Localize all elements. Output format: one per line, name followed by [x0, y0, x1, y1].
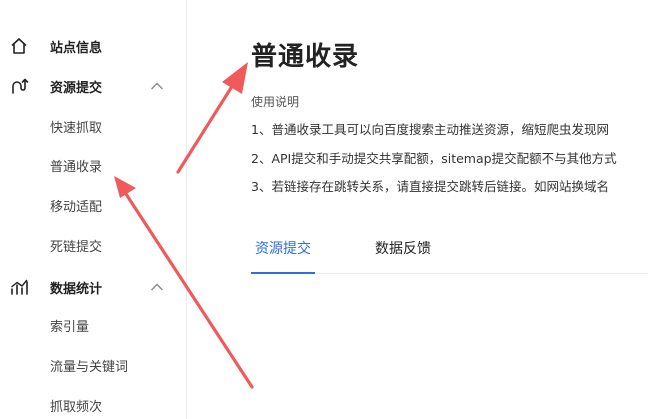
tab-data-feedback[interactable]: 数据反馈 [375, 236, 431, 274]
sidebar-item-traffic-keywords[interactable]: 流量与关键词 [0, 345, 187, 385]
sidebar-item-label: 索引量 [50, 319, 90, 335]
sidebar-item-label: 流量与关键词 [50, 359, 129, 375]
usage-instructions-heading: 使用说明 [251, 95, 300, 109]
sidebar-item-crawl-frequency[interactable]: 抓取频次 [0, 385, 187, 419]
sidebar-item-label: 普通收录 [50, 159, 103, 175]
sidebar-item-label: 站点信息 [50, 40, 103, 56]
tab-bar: 资源提交 数据反馈 [251, 236, 648, 274]
sidebar-item-data-stats[interactable]: 数据统计 [0, 267, 187, 307]
usage-note: 2、API提交和手动提交共享配额，sitemap提交配额不与其他方式 [251, 151, 617, 166]
chevron-up-icon[interactable] [150, 81, 164, 91]
sidebar-item-fast-crawl[interactable]: 快速抓取 [0, 106, 187, 146]
sidebar: 站点信息 资源提交 快速抓取 普通收录 移动适配 死链提交 数据统计 索引量 流… [0, 0, 187, 419]
page-title: 普通收录 [251, 42, 360, 72]
tab-resource-submit[interactable]: 资源提交 [251, 236, 315, 274]
sidebar-item-label: 数据统计 [50, 281, 103, 297]
sidebar-item-normal-index[interactable]: 普通收录 [0, 145, 187, 185]
stats-icon [11, 279, 28, 295]
sidebar-item-mobile-adapt[interactable]: 移动适配 [0, 185, 187, 225]
sidebar-item-resource-submit[interactable]: 资源提交 [0, 66, 187, 106]
sidebar-item-label: 资源提交 [50, 80, 103, 96]
sidebar-item-dead-link[interactable]: 死链提交 [0, 225, 187, 265]
sidebar-item-label: 快速抓取 [50, 120, 103, 136]
chevron-up-icon[interactable] [150, 282, 164, 292]
sidebar-item-index-volume[interactable]: 索引量 [0, 305, 187, 345]
home-icon [11, 38, 27, 54]
sidebar-item-label: 死链提交 [50, 239, 103, 255]
submit-link-icon [12, 78, 29, 94]
sidebar-item-site-info[interactable]: 站点信息 [0, 26, 187, 66]
usage-note: 3、若链接存在跳转关系，请直接提交跳转后链接。如网站换域名 [251, 179, 609, 194]
sidebar-item-label: 抓取频次 [50, 399, 103, 415]
sidebar-item-label: 移动适配 [50, 199, 103, 215]
usage-note: 1、普通收录工具可以向百度搜索主动推送资源，缩短爬虫发现网 [251, 122, 609, 137]
main-content: 普通收录 使用说明 1、普通收录工具可以向百度搜索主动推送资源，缩短爬虫发现网 … [188, 0, 648, 419]
